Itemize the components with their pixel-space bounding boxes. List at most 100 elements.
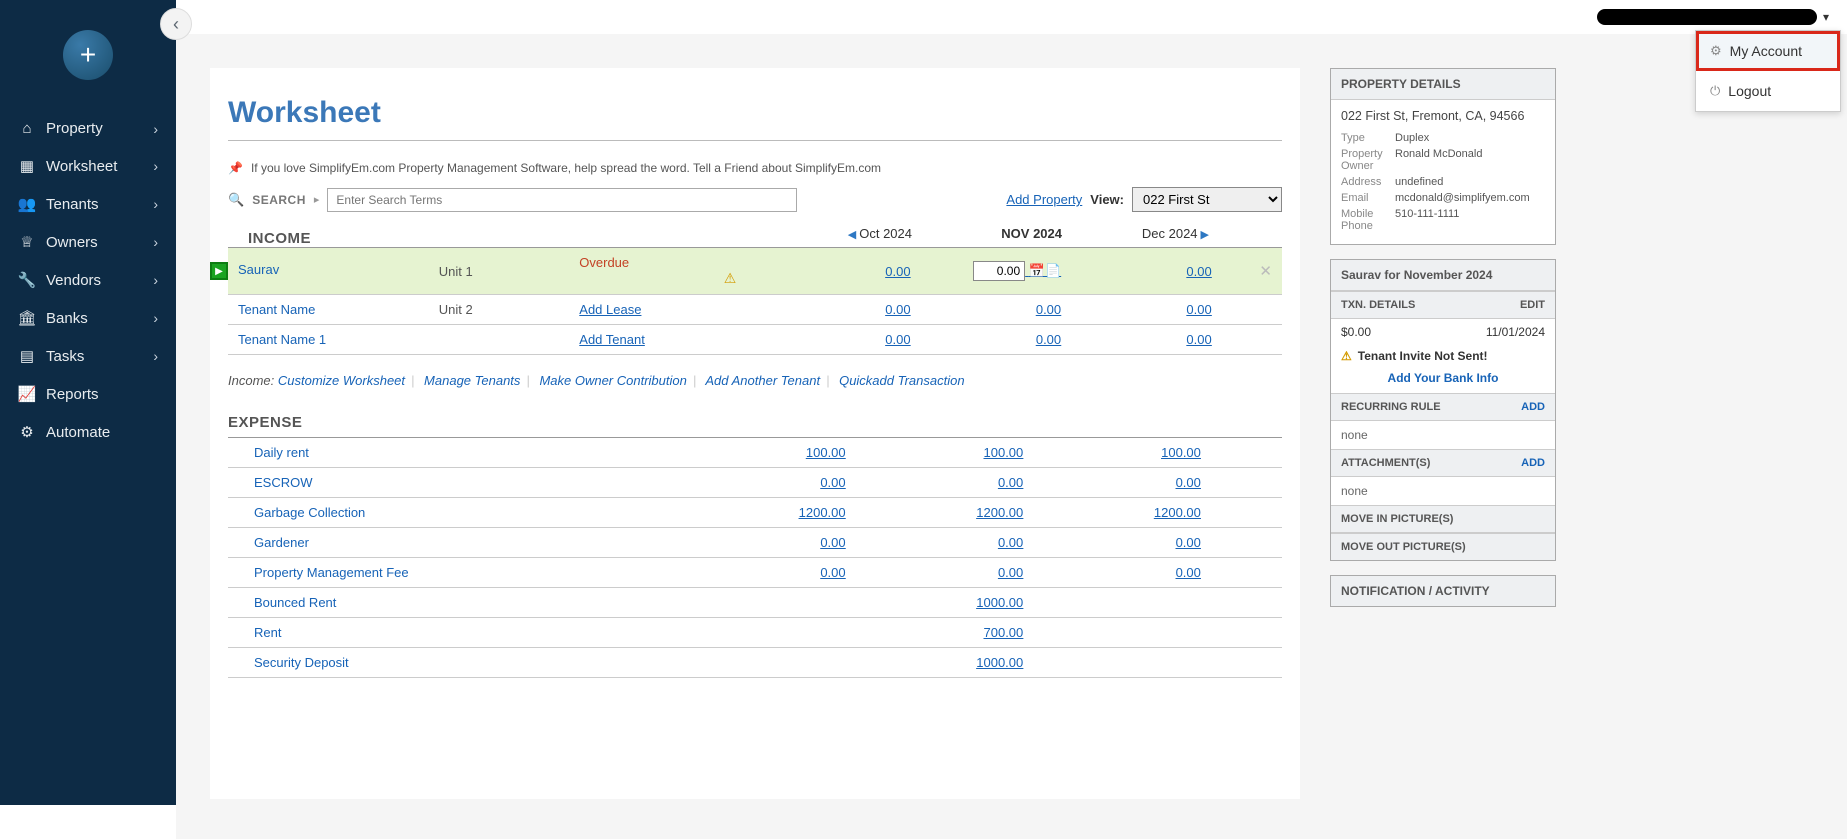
expense-name[interactable]: Garbage Collection [254, 505, 365, 520]
tenant-name[interactable]: Tenant Name [238, 302, 315, 317]
recurring-add-link[interactable]: ADD [1521, 401, 1545, 413]
user-menu: ⚙ My Account ⏻ Logout [1695, 30, 1841, 112]
amount-link[interactable]: 0.00 [885, 302, 910, 317]
amount-link[interactable]: 1000.00 [976, 595, 1023, 610]
amount-link[interactable]: 100.00 [806, 445, 846, 460]
tenant-name[interactable]: Saurav [238, 262, 279, 277]
amount-link[interactable]: 0.00 [820, 475, 845, 490]
my-account-menu-item[interactable]: ⚙ My Account [1696, 31, 1840, 71]
note-icon[interactable]: 📄 [1045, 263, 1061, 278]
amount-link[interactable]: 0.00 [998, 535, 1023, 550]
add-property-link[interactable]: Add Property [1006, 192, 1082, 207]
amount-link[interactable]: 1200.00 [1154, 505, 1201, 520]
amount-link[interactable]: 1000.00 [976, 655, 1023, 670]
amount-link[interactable]: 0.00 [885, 264, 910, 279]
sidebar-item-reports[interactable]: 📈Reports [0, 375, 176, 413]
amount-link[interactable]: 0.00 [1176, 565, 1201, 580]
user-menu-caret[interactable]: ▾ [1823, 10, 1829, 24]
notification-title: NOTIFICATION / ACTIVITY [1331, 576, 1555, 606]
income-action-link[interactable]: Manage Tenants [424, 373, 520, 388]
expense-name[interactable]: ESCROW [254, 475, 313, 490]
expense-name[interactable]: Daily rent [254, 445, 309, 460]
attachments-title: ATTACHMENT(S) [1341, 457, 1430, 469]
expense-name[interactable]: Rent [254, 625, 281, 640]
month-prev: Oct 2024 [859, 226, 912, 241]
amount-link[interactable]: 0.00 [820, 535, 845, 550]
chevron-right-icon: › [153, 196, 158, 212]
attachments-add-link[interactable]: ADD [1521, 457, 1545, 469]
amount-link[interactable]: 1200.00 [799, 505, 846, 520]
amount-link[interactable]: 0.00 [1176, 475, 1201, 490]
month-next: Dec 2024 [1142, 226, 1198, 241]
income-links-prefix: Income: [228, 373, 274, 388]
expense-name[interactable]: Security Deposit [254, 655, 349, 670]
logout-menu-item[interactable]: ⏻ Logout [1696, 71, 1840, 111]
my-account-label: My Account [1730, 43, 1802, 59]
invite-warning: Tenant Invite Not Sent! [1358, 349, 1488, 363]
amount-input[interactable] [973, 261, 1025, 281]
search-input[interactable] [327, 188, 797, 212]
amount-link[interactable]: 700.00 [984, 625, 1024, 640]
amount-link[interactable]: 0.00 [820, 565, 845, 580]
amount-link[interactable]: 0.00 [1186, 332, 1211, 347]
status-link[interactable]: Add Tenant [579, 332, 645, 347]
chevron-right-icon: ▸ [314, 193, 320, 206]
content-area: Worksheet 📌 If you love SimplifyEm.com P… [210, 68, 1300, 799]
amount-link[interactable]: 0.00 [1176, 535, 1201, 550]
sidebar-item-label: Property [46, 120, 103, 137]
status-link[interactable]: Add Lease [579, 302, 641, 317]
expense-name[interactable]: Property Management Fee [254, 565, 409, 580]
close-icon[interactable]: ✕ [1253, 263, 1272, 280]
amount-link[interactable]: 0.00 [998, 475, 1023, 490]
search-row: 🔍 SEARCH ▸ Add Property View: 022 First … [228, 187, 1282, 212]
expense-name[interactable]: Bounced Rent [254, 595, 336, 610]
amount-link[interactable]: 0.00 [1036, 302, 1061, 317]
chevron-right-icon: › [153, 310, 158, 326]
movein-title: MOVE IN PICTURE(S) [1341, 513, 1453, 525]
sidebar-item-tenants[interactable]: 👥Tenants› [0, 185, 176, 223]
sidebar-item-automate[interactable]: ⚙Automate [0, 413, 176, 451]
txn-edit-link[interactable]: EDIT [1520, 299, 1545, 311]
view-select[interactable]: 022 First St [1132, 187, 1282, 212]
sidebar-item-worksheet[interactable]: ▦Worksheet› [0, 147, 176, 185]
add-bank-link[interactable]: Add Your Bank Info [1388, 371, 1499, 385]
amount-link[interactable]: 0.00 [885, 332, 910, 347]
amount-link[interactable]: 0.00 [1186, 264, 1211, 279]
pin-icon: 📌 [228, 161, 243, 175]
prev-month-arrow[interactable]: ◀ [845, 229, 859, 241]
next-month-arrow[interactable]: ▶ [1198, 229, 1212, 241]
expense-row: Garbage Collection 1200.00 1200.00 1200.… [228, 498, 1282, 528]
user-name-pill [1597, 9, 1817, 25]
right-panel: PROPERTY DETAILS 022 First St, Fremont, … [1330, 68, 1556, 799]
play-icon[interactable]: ▶ [210, 262, 228, 280]
income-action-link[interactable]: Make Owner Contribution [539, 373, 686, 388]
income-action-link[interactable]: Customize Worksheet [278, 373, 405, 388]
expense-name[interactable]: Gardener [254, 535, 309, 550]
calendar-icon[interactable]: 📅 [1029, 263, 1045, 278]
chevron-right-icon: › [153, 348, 158, 364]
income-action-link[interactable]: Quickadd Transaction [839, 373, 965, 388]
expense-row: Security Deposit 1000.00 [228, 648, 1282, 678]
crown-icon: ♕ [18, 233, 36, 251]
txn-details-title: TXN. DETAILS [1341, 299, 1415, 311]
collapse-sidebar-button[interactable]: ‹ [160, 8, 192, 40]
tenant-name[interactable]: Tenant Name 1 [238, 332, 326, 347]
sidebar-item-banks[interactable]: 🏛Banks› [0, 299, 176, 337]
income-action-link[interactable]: Add Another Tenant [705, 373, 820, 388]
amount-link[interactable]: 0.00 [1186, 302, 1211, 317]
unit-cell [429, 325, 570, 355]
amount-link[interactable]: 0.00 [1036, 332, 1061, 347]
sidebar-item-tasks[interactable]: ▤Tasks› [0, 337, 176, 375]
sidebar-item-label: Owners [46, 234, 98, 251]
sidebar-item-vendors[interactable]: 🔧Vendors› [0, 261, 176, 299]
sidebar-item-property[interactable]: ⌂Property› [0, 110, 176, 147]
sidebar-item-label: Tenants [46, 196, 99, 213]
amount-link[interactable]: 1200.00 [976, 505, 1023, 520]
amount-link[interactable]: 100.00 [1161, 445, 1201, 460]
chevron-right-icon: › [153, 234, 158, 250]
add-button[interactable]: + [63, 30, 113, 80]
sidebar-item-owners[interactable]: ♕ Owners › [0, 223, 176, 261]
amount-link[interactable]: 0.00 [998, 565, 1023, 580]
amount-link[interactable]: 100.00 [984, 445, 1024, 460]
card-icon: ▤ [18, 347, 36, 365]
